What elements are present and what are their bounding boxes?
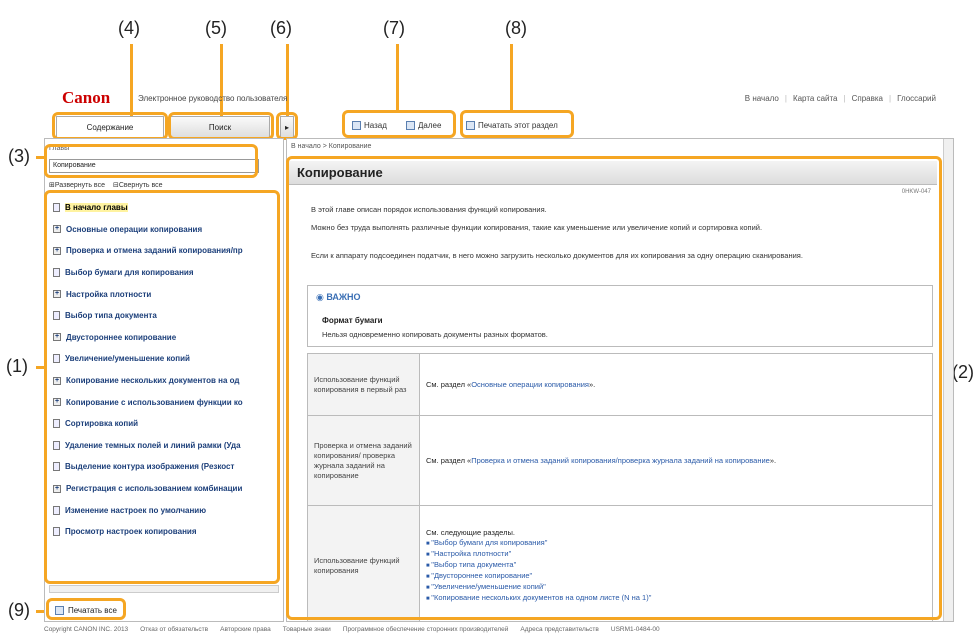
callout-6: (6) <box>270 18 292 38</box>
callout-7: (7) <box>383 18 405 38</box>
breadcrumb[interactable]: В начало > Копирование <box>291 143 371 150</box>
callout-2: (2) <box>952 362 974 382</box>
expand-all-label: Развернуть все <box>54 182 105 189</box>
callout-line-7 <box>396 44 399 110</box>
callout-4: (4) <box>118 18 140 38</box>
top-link-glossary[interactable]: Глоссарий <box>897 94 936 103</box>
callout-ring-7 <box>342 110 456 138</box>
callout-1: (1) <box>6 356 28 376</box>
callout-8: (8) <box>505 18 527 38</box>
footer-link: USRM1-0484-00 <box>610 626 660 633</box>
callout-ring-8 <box>460 110 574 138</box>
callout-ring-5 <box>168 112 274 140</box>
callout-3: (3) <box>8 146 30 166</box>
callout-ring-9 <box>46 598 126 620</box>
footer: Copyright CANON INC. 2013 Отказ от обязат… <box>44 626 964 633</box>
callout-ring-4 <box>52 112 168 140</box>
content-vertical-scrollbar[interactable] <box>943 139 953 621</box>
manual-title: Электронное руководство пользователя <box>138 94 288 103</box>
top-links: В начало | Карта сайта | Справка | Глоссари… <box>744 94 936 103</box>
top-link-sitemap[interactable]: Карта сайта <box>793 94 838 103</box>
callout-ring-1 <box>44 190 280 584</box>
footer-link[interactable]: Товарные знаки <box>283 626 331 633</box>
collapse-all-button[interactable]: ⊟Свернуть все <box>113 181 163 189</box>
footer-link[interactable]: Авторские права <box>220 626 271 633</box>
callout-line-8 <box>510 44 513 110</box>
callout-ring-2 <box>286 156 942 620</box>
collapse-all-label: Свернуть все <box>118 182 163 189</box>
callout-ring-6 <box>276 112 298 140</box>
copyright-text: Copyright CANON INC. 2013 <box>44 626 129 633</box>
callout-line-4 <box>130 44 133 116</box>
top-link-home[interactable]: В начало <box>745 94 779 103</box>
footer-link[interactable]: Отказ от обязательств <box>140 626 208 633</box>
top-link-help[interactable]: Справка <box>852 94 883 103</box>
expand-controls: ⊞Развернуть все ⊟Свернуть все <box>49 181 163 189</box>
callout-9: (9) <box>8 600 30 620</box>
callout-ring-3 <box>44 144 258 178</box>
footer-link[interactable]: Программное обеспечение сторонних произв… <box>343 626 509 633</box>
sidebar-horizontal-scrollbar[interactable] <box>49 585 279 593</box>
expand-all-button[interactable]: ⊞Развернуть все <box>49 181 105 189</box>
callout-line-5 <box>220 44 223 116</box>
footer-link[interactable]: Адреса представительств <box>520 626 598 633</box>
callout-5: (5) <box>205 18 227 38</box>
callout-line-6 <box>286 44 289 116</box>
canon-logo: Canon <box>62 88 111 107</box>
